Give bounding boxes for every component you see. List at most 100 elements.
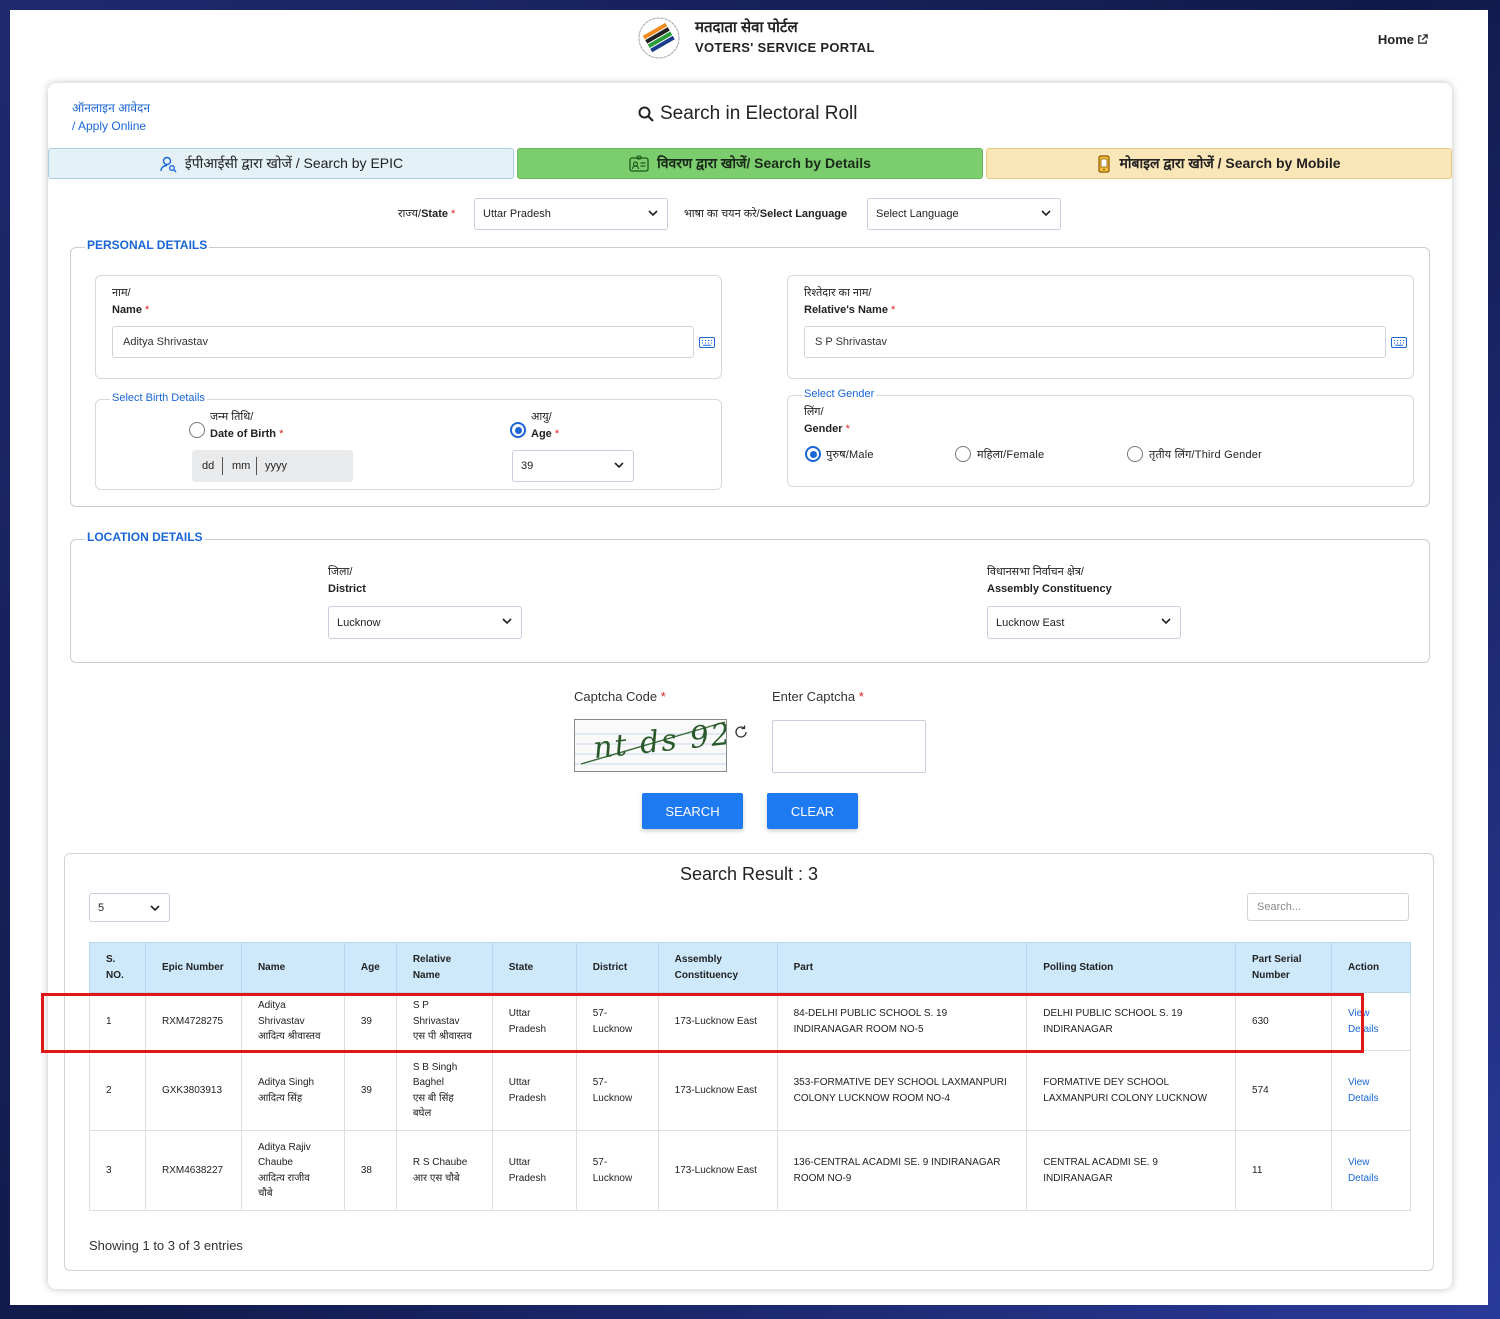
eci-logo-icon (637, 16, 681, 60)
column-header[interactable]: Action (1330, 942, 1412, 993)
cell-relative: S P Shrivastav एस पी श्रीवास्तव (395, 992, 493, 1051)
cell-serial: 574 (1235, 1050, 1332, 1131)
page-size-value: 5 (98, 901, 105, 914)
cell-serial: 11 (1235, 1130, 1332, 1211)
search-button[interactable]: SEARCH (642, 793, 743, 829)
column-header[interactable]: S. NO. (89, 942, 146, 993)
name-label: नाम/ Name * (112, 287, 150, 316)
keyboard-icon[interactable] (699, 337, 715, 348)
dob-input[interactable]: dd mm yyyy (192, 450, 353, 482)
tab-search-by-details[interactable]: विवरण द्वारा खोजें/ Search by Details (517, 148, 983, 179)
captcha-input[interactable] (772, 720, 926, 773)
cell-state: Uttar Pradesh (491, 992, 577, 1051)
cell-name: Aditya Rajiv Chaube आदित्य राजीव चौबे (240, 1130, 345, 1211)
language-select[interactable]: Select Language (867, 198, 1061, 230)
portal-title-english: VOTERS' SERVICE PORTAL (695, 40, 875, 55)
column-header[interactable]: Part (776, 942, 1028, 993)
chevron-down-icon (648, 210, 658, 217)
cell-name: Aditya Singh आदित्य सिंह (240, 1050, 345, 1131)
apply-online-english[interactable]: / Apply Online (72, 117, 150, 135)
column-header[interactable]: District (575, 942, 659, 993)
tab-mobile-label: मोबाइल द्वारा खोजें / Search by Mobile (1119, 155, 1341, 171)
refresh-icon[interactable] (733, 724, 749, 740)
cell-polling-station: FORMATIVE DEY SCHOOL LAXMANPURI COLONY L… (1026, 1050, 1237, 1131)
cell-state: Uttar Pradesh (491, 1050, 577, 1131)
gender-third-label[interactable]: तृतीय लिंग/Third Gender (1149, 447, 1262, 462)
view-details-link[interactable]: View Details (1330, 1050, 1412, 1131)
district-select[interactable]: Lucknow (328, 606, 522, 639)
relative-name-label: रिश्तेदार का नाम/ Relative's Name * (804, 287, 896, 316)
search-result-title: Search Result : 3 (679, 864, 819, 884)
language-select-value: Select Language (876, 208, 959, 220)
column-header[interactable]: Relative Name (395, 942, 493, 993)
dob-day[interactable]: dd (192, 460, 222, 472)
cell-sno: 2 (89, 1050, 146, 1131)
cell-polling-station: DELHI PUBLIC SCHOOL S. 19 INDIRANAGAR (1026, 992, 1237, 1051)
gender-female-radio[interactable] (955, 446, 971, 462)
cell-name: Aditya Shrivastav आदित्य श्रीवास्तव (240, 992, 345, 1051)
tab-search-by-mobile[interactable]: मोबाइल द्वारा खोजें / Search by Mobile (986, 148, 1452, 179)
personal-details-section: PERSONAL DETAILS नाम/ Name * Aditya Shri… (70, 238, 1430, 507)
age-select[interactable]: 39 (512, 450, 634, 482)
mobile-icon (1098, 154, 1111, 173)
language-label: भाषा का चयन करे/Select Language (684, 208, 848, 220)
location-details-section: LOCATION DETAILS जिला/ District Lucknow … (70, 530, 1430, 663)
view-details-link[interactable]: View Details (1330, 992, 1412, 1051)
external-link-icon (1418, 34, 1428, 44)
relative-name-input[interactable]: S P Shrivastav (804, 326, 1386, 358)
search-card: ऑनलाइन आवेदन / Apply Online Search in El… (48, 83, 1452, 1289)
chevron-down-icon (1161, 618, 1171, 625)
cell-district: 57- Lucknow (575, 992, 659, 1051)
cell-district: 57- Lucknow (575, 1050, 659, 1131)
cell-age: 39 (343, 992, 397, 1051)
user-search-icon (160, 156, 177, 172)
cell-part: 84-DELHI PUBLIC SCHOOL S. 19 INDIRANAGAR… (776, 992, 1028, 1051)
results-table: S. NO. Epic Number Name Age Relative Nam… (89, 942, 1412, 1211)
column-header[interactable]: Assembly Constituency (657, 942, 778, 993)
age-label: आयु/ Age * (531, 411, 560, 440)
gender-box: Select Gender लिंग/ Gender * पुरुष/Male … (787, 388, 1414, 487)
gender-male-radio[interactable] (805, 446, 821, 462)
state-select[interactable]: Uttar Pradesh (474, 198, 668, 230)
cell-sno: 1 (89, 992, 146, 1051)
assembly-constituency-select[interactable]: Lucknow East (987, 606, 1181, 639)
assembly-constituency-value: Lucknow East (996, 616, 1065, 629)
gender-male-label[interactable]: पुरुष/Male (826, 447, 874, 462)
gender-female-label[interactable]: महिला/Female (977, 447, 1044, 462)
cell-polling-station: CENTRAL ACADMI SE. 9 INDIRANAGAR (1026, 1130, 1237, 1211)
page-size-select[interactable]: 5 (89, 893, 170, 922)
column-header[interactable]: Epic Number (144, 942, 242, 993)
personal-details-legend: PERSONAL DETAILS (85, 238, 210, 252)
name-input[interactable]: Aditya Shrivastav (112, 326, 694, 358)
apply-online-hindi[interactable]: ऑनलाइन आवेदन (72, 99, 150, 117)
id-card-icon (629, 154, 649, 172)
column-header[interactable]: Polling Station (1026, 942, 1237, 993)
relative-name-box: रिश्तेदार का नाम/ Relative's Name * S P … (787, 275, 1414, 379)
table-header-row: S. NO. Epic Number Name Age Relative Nam… (89, 942, 1412, 993)
name-box: नाम/ Name * Aditya Shrivastav (95, 275, 722, 379)
column-header[interactable]: Age (343, 942, 397, 993)
cell-age: 38 (343, 1130, 397, 1211)
location-details-legend: LOCATION DETAILS (85, 530, 205, 544)
chevron-down-icon (614, 462, 624, 469)
keyboard-icon[interactable] (1391, 337, 1407, 348)
state-language-row: राज्य/State * Uttar Pradesh भाषा का चयन … (48, 198, 1452, 232)
dob-year[interactable]: yyyy (257, 460, 287, 472)
dob-month[interactable]: mm (223, 460, 256, 472)
dob-radio[interactable] (189, 422, 205, 438)
column-header[interactable]: Part Serial Number (1235, 942, 1332, 993)
tab-search-by-epic[interactable]: ईपीआईसी द्वारा खोजें / Search by EPIC (48, 148, 514, 179)
tab-details-label: विवरण द्वारा खोजें/ Search by Details (657, 155, 871, 171)
clear-button[interactable]: CLEAR (767, 793, 858, 829)
birth-details-box: Select Birth Details जन्म तिथि/ Date of … (95, 392, 722, 490)
apply-online-link[interactable]: ऑनलाइन आवेदन / Apply Online (72, 99, 150, 135)
cell-part: 353-FORMATIVE DEY SCHOOL LAXMANPURI COLO… (776, 1050, 1028, 1131)
portal-logo[interactable]: मतदाता सेवा पोर्टल VOTERS' SERVICE PORTA… (637, 16, 875, 60)
age-radio[interactable] (510, 422, 526, 438)
column-header[interactable]: State (491, 942, 577, 993)
results-search-input[interactable]: Search... (1247, 893, 1409, 921)
column-header[interactable]: Name (240, 942, 345, 993)
home-link[interactable]: Home (1378, 32, 1428, 47)
view-details-link[interactable]: View Details (1330, 1130, 1412, 1211)
gender-third-radio[interactable] (1127, 446, 1143, 462)
